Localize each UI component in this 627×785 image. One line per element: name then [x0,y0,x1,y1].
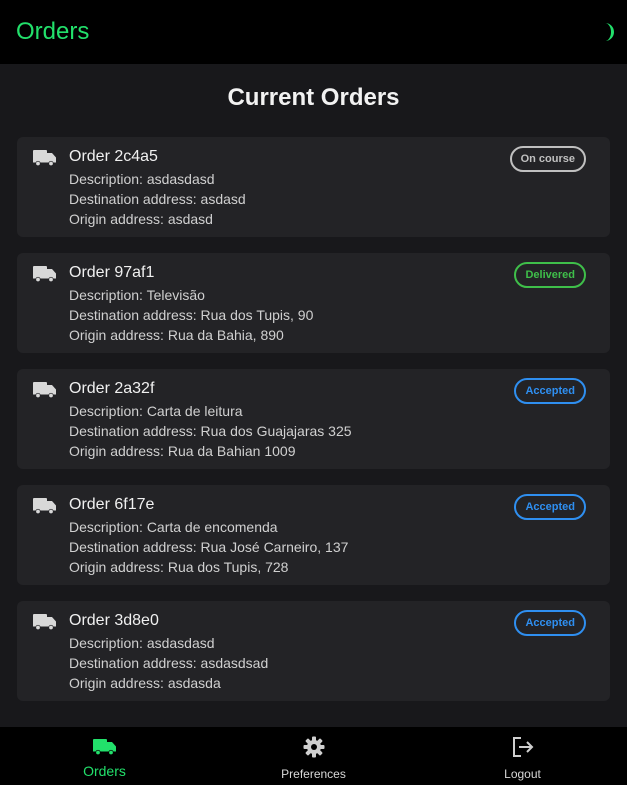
truck-icon [33,498,56,515]
page-title: Current Orders [227,84,400,111]
destination-label: Destination address: [69,655,201,671]
truck-icon [92,736,117,758]
order-description: Description: Televisão [69,285,594,305]
top-app-bar: Orders [0,0,627,64]
order-origin: Origin address: Rua dos Tupis, 728 [69,557,594,577]
description-value: Carta de leitura [146,403,243,419]
origin-label: Origin address: [69,675,168,691]
description-label: Description: [69,287,147,303]
origin-value: asdasda [167,675,221,691]
status-badge: Accepted [514,494,586,520]
main-content: Current Orders Order 2c4a5 Description: … [0,64,627,727]
destination-value: Rua dos Guajajaras 325 [200,423,352,439]
order-description: Description: Carta de leitura [69,401,594,421]
description-value: asdasdasd [146,635,215,651]
order-origin: Origin address: Rua da Bahia, 890 [69,325,594,345]
origin-value: asdasd [167,211,213,227]
gear-icon [302,736,326,758]
order-card[interactable]: Order 3d8e0 Description: asdasdasd Desti… [17,601,610,701]
order-card[interactable]: Order 6f17e Description: Carta de encome… [17,485,610,585]
origin-label: Origin address: [69,443,168,459]
description-label: Description: [69,635,147,651]
status-badge: Accepted [514,610,586,636]
description-value: Televisão [146,287,205,303]
truck-icon [33,150,56,167]
nav-item-preferences[interactable]: Preferences [209,727,418,785]
app-title: Orders [16,18,90,45]
origin-label: Origin address: [69,211,168,227]
orders-list: Order 2c4a5 Description: asdasdasd Desti… [17,137,610,701]
description-label: Description: [69,171,147,187]
nav-item-logout[interactable]: Logout [418,727,627,785]
description-label: Description: [69,403,147,419]
order-destination: Destination address: asdasdsad [69,653,594,673]
destination-value: asdasd [200,191,246,207]
order-card[interactable]: Order 2a32f Description: Carta de leitur… [17,369,610,469]
order-description: Description: asdasdasd [69,633,594,653]
origin-value: Rua dos Tupis, 728 [167,559,289,575]
origin-label: Origin address: [69,327,168,343]
origin-value: Rua da Bahia, 890 [167,327,284,343]
destination-label: Destination address: [69,423,201,439]
destination-value: asdasdsad [200,655,269,671]
bottom-navigation: Orders Preferences Logout [0,727,627,785]
order-origin: Origin address: asdasd [69,209,594,229]
logout-icon [511,736,535,758]
nav-label-orders: Orders [83,763,126,779]
destination-label: Destination address: [69,307,201,323]
status-badge: On course [509,146,586,172]
description-value: asdasdasd [146,171,215,187]
order-origin: Origin address: Rua da Bahian 1009 [69,441,594,461]
order-destination: Destination address: Rua dos Guajajaras … [69,421,594,441]
theme-toggle-button[interactable] [595,21,617,43]
status-badge: Accepted [514,378,586,404]
origin-label: Origin address: [69,559,168,575]
origin-value: Rua da Bahian 1009 [167,443,296,459]
nav-label-preferences: Preferences [281,767,346,781]
order-card[interactable]: Order 97af1 Description: Televisão Desti… [17,253,610,353]
truck-icon [33,614,56,631]
destination-label: Destination address: [69,539,201,555]
status-badge: Delivered [514,262,586,288]
description-value: Carta de encomenda [146,519,278,535]
order-destination: Destination address: Rua dos Tupis, 90 [69,305,594,325]
destination-value: Rua José Carneiro, 137 [200,539,349,555]
truck-icon [33,266,56,283]
order-card[interactable]: Order 2c4a5 Description: asdasdasd Desti… [17,137,610,237]
truck-icon [33,382,56,399]
destination-label: Destination address: [69,191,201,207]
order-origin: Origin address: asdasda [69,673,594,693]
order-description: Description: asdasdasd [69,169,594,189]
destination-value: Rua dos Tupis, 90 [200,307,314,323]
half-moon-icon [605,23,614,41]
order-destination: Destination address: asdasd [69,189,594,209]
nav-label-logout: Logout [504,767,541,781]
order-destination: Destination address: Rua José Carneiro, … [69,537,594,557]
order-description: Description: Carta de encomenda [69,517,594,537]
nav-item-orders[interactable]: Orders [0,727,209,785]
description-label: Description: [69,519,147,535]
